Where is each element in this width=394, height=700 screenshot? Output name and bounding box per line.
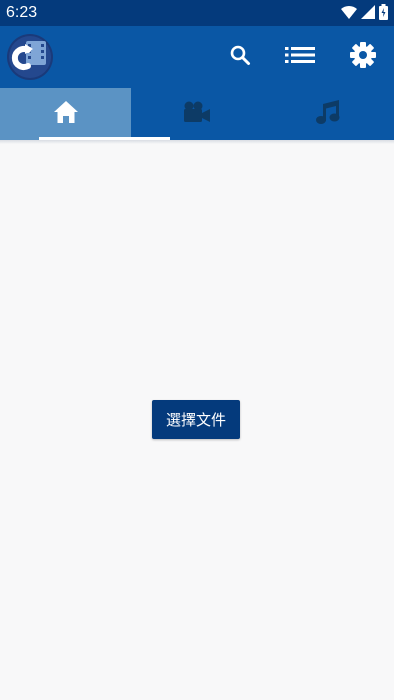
status-bar: 6:23 xyxy=(0,0,394,26)
settings-button[interactable] xyxy=(347,41,379,73)
tab-bar xyxy=(0,88,394,140)
search-button[interactable] xyxy=(224,41,256,73)
list-button[interactable] xyxy=(284,41,316,73)
music-note-icon xyxy=(315,99,341,130)
app-logo[interactable] xyxy=(6,33,54,81)
tab-video[interactable] xyxy=(131,88,262,140)
tab-home[interactable] xyxy=(0,88,132,140)
video-camera-icon xyxy=(183,101,211,128)
battery-icon xyxy=(379,4,388,25)
tab-bar-shadow xyxy=(0,140,394,144)
app-bar xyxy=(0,26,394,88)
settings-icon xyxy=(349,41,377,74)
status-time: 6:23 xyxy=(6,4,38,21)
home-icon xyxy=(53,100,79,129)
list-icon xyxy=(284,44,316,71)
status-icons xyxy=(341,4,388,25)
select-file-button[interactable]: 選擇文件 xyxy=(152,400,240,439)
tab-music[interactable] xyxy=(263,88,394,140)
wifi-icon xyxy=(341,5,357,24)
signal-icon xyxy=(361,5,375,24)
search-icon xyxy=(229,44,251,71)
